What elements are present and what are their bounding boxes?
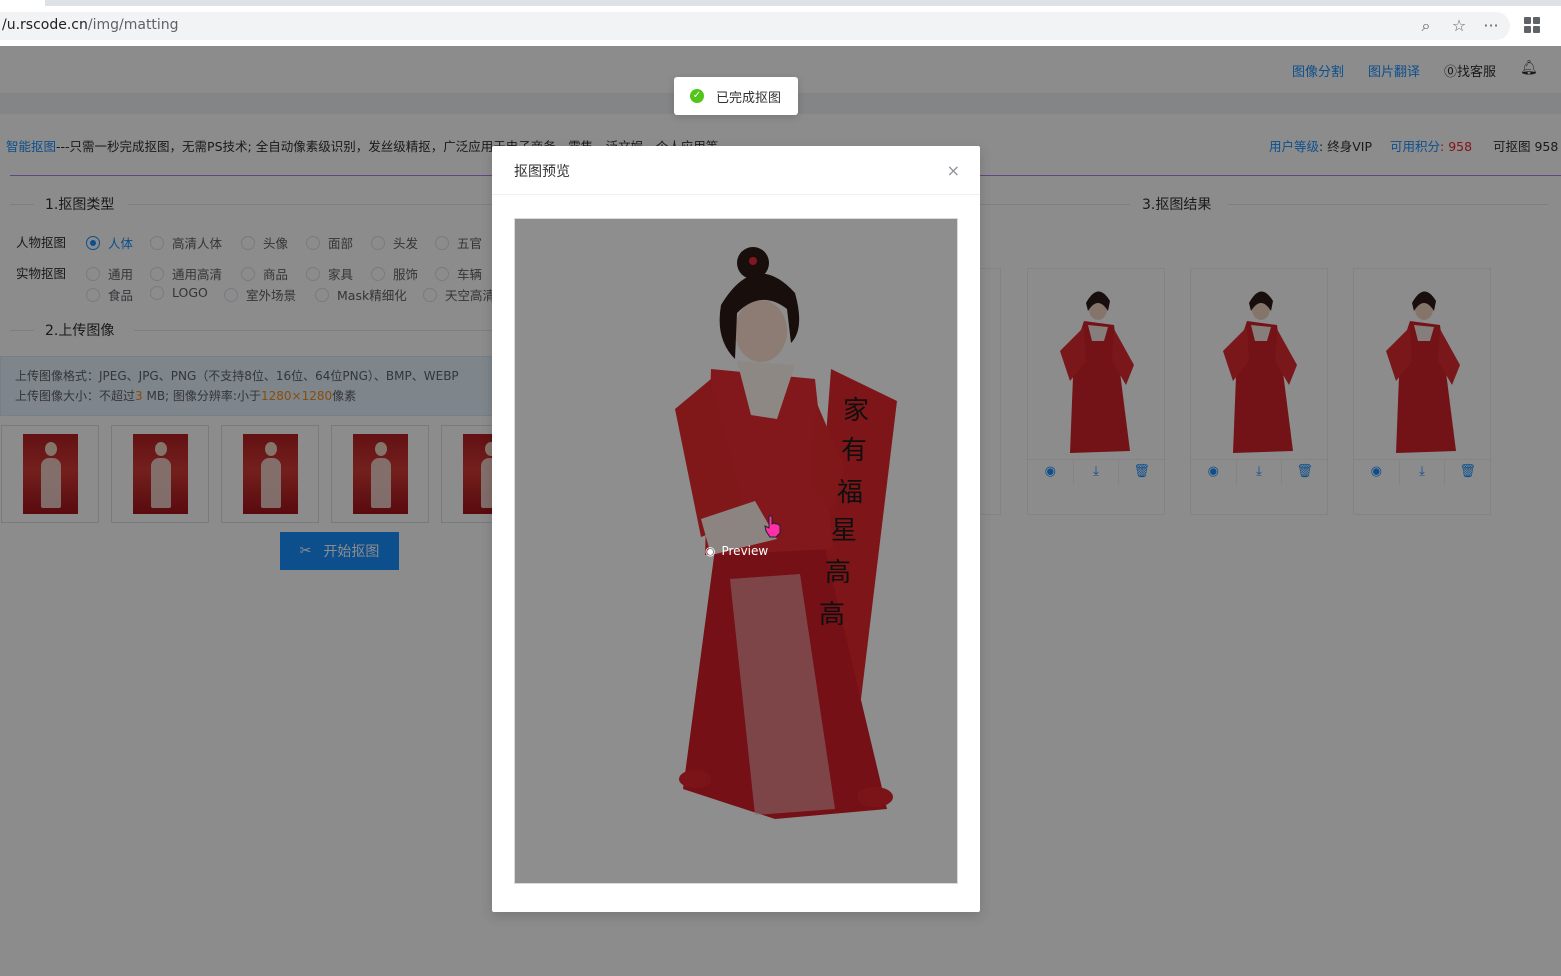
preview-image[interactable]: 家 有 福 星 高 高 ◉ Preview (514, 218, 958, 884)
preview-modal: 抠图预览 × 家 有 福 星 高 高 ◉ Preview (492, 146, 980, 912)
address-bar[interactable]: /u.rscode.cn/img/matting ⌕ ☆ ··· (0, 12, 1510, 40)
eye-icon: ◉ (705, 544, 716, 558)
browser-toolbar: /u.rscode.cn/img/matting ⌕ ☆ ··· (0, 0, 1561, 46)
tab-strip (45, 0, 1561, 6)
success-toast: ✓ 已完成抠图 (674, 77, 798, 115)
star-icon[interactable]: ☆ (1449, 16, 1469, 36)
apps-grid-icon[interactable] (1524, 17, 1540, 33)
modal-title: 抠图预览 (514, 164, 570, 180)
preview-label[interactable]: ◉ Preview (705, 544, 768, 558)
modal-header: 抠图预览 × (492, 146, 980, 195)
search-icon[interactable]: ⌕ (1416, 16, 1436, 36)
url-text[interactable]: /u.rscode.cn/img/matting (2, 17, 179, 33)
hand-cursor-icon (764, 515, 781, 538)
more-icon[interactable]: ··· (1481, 16, 1501, 36)
check-circle-icon: ✓ (690, 89, 704, 103)
close-icon[interactable]: × (947, 161, 960, 180)
